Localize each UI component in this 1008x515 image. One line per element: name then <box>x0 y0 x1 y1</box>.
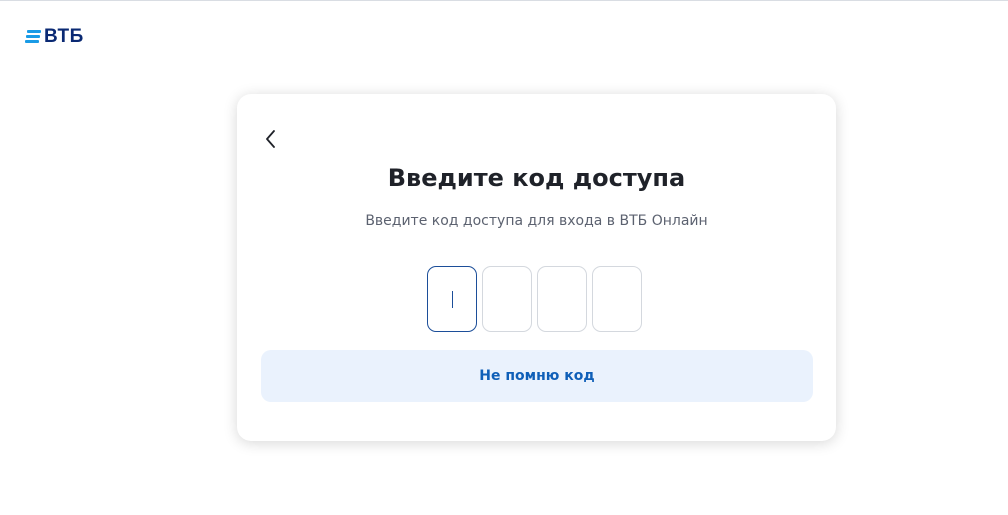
code-digit-1[interactable] <box>427 266 477 332</box>
forgot-code-button[interactable]: Не помню код <box>261 350 813 402</box>
vtb-logo-text: ВТБ <box>44 26 84 47</box>
page-title: Введите код доступа <box>387 164 686 192</box>
access-code-card: Введите код доступа Введите код доступа … <box>237 94 836 441</box>
vtb-logo-mark-icon <box>25 30 41 44</box>
vtb-logo[interactable]: ВТБ <box>25 26 84 48</box>
top-divider <box>0 0 1008 1</box>
access-code-inputs <box>427 266 642 332</box>
text-caret <box>451 290 453 308</box>
code-digit-2[interactable] <box>482 266 532 332</box>
chevron-left-icon <box>266 130 275 148</box>
page-subtitle: Введите код доступа для входа в ВТБ Онла… <box>365 213 708 229</box>
back-button[interactable] <box>259 126 283 152</box>
code-digit-4[interactable] <box>592 266 642 332</box>
code-digit-3[interactable] <box>537 266 587 332</box>
